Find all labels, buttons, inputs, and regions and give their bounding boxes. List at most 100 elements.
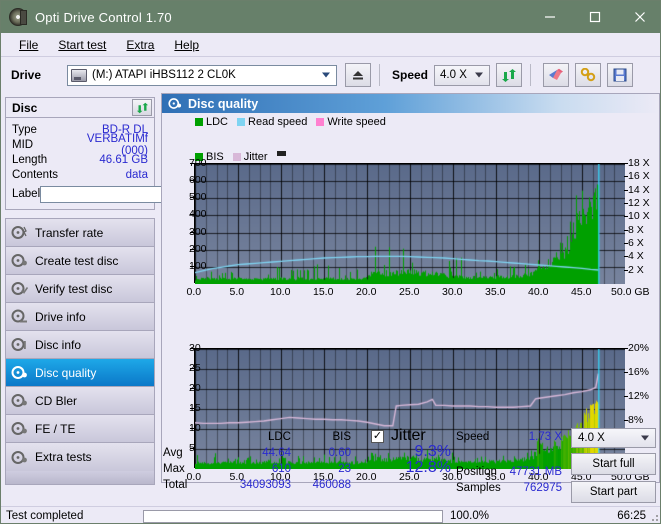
axis-tick-mark xyxy=(624,372,628,373)
axis-tick-label: 16 X xyxy=(628,170,650,183)
samples-label: Samples xyxy=(456,482,501,494)
menu-help[interactable]: Help xyxy=(164,36,209,54)
minimize-button[interactable] xyxy=(527,1,572,33)
eject-icon xyxy=(353,71,363,80)
axis-tick-mark xyxy=(190,388,194,389)
resize-grip-icon[interactable] xyxy=(648,511,660,523)
speed-select[interactable]: 4.0 X xyxy=(434,64,491,86)
axis-tick-label: 20.0 xyxy=(356,286,377,298)
axis-tick-label: 12 X xyxy=(628,197,650,209)
sidebar-item-extra-tests[interactable]: Extra tests xyxy=(6,443,154,471)
axis-tick-label: 8% xyxy=(628,414,644,426)
axis-tick-label: 5.0 xyxy=(229,286,245,298)
drive-select[interactable]: (M:) ATAPI iHBS112 2 CL0K xyxy=(67,64,337,86)
legend-label-jitter: Jitter xyxy=(243,150,268,163)
test-info: Speed 1.73 X Position 47731 MB Samples 7… xyxy=(456,429,566,496)
sidebar-item-label: Disc quality xyxy=(35,365,97,380)
tools-icon xyxy=(580,68,596,82)
drive-info-icon xyxy=(11,309,27,323)
axis-tick-mark xyxy=(624,243,628,244)
legend-label-ldc: LDC xyxy=(206,115,229,128)
window-controls xyxy=(527,1,660,33)
axis-tick-mark xyxy=(190,163,194,164)
axis-tick-mark xyxy=(190,197,194,199)
sidebar-item-label: Extra tests xyxy=(35,450,92,464)
sidebar-item-drive-info[interactable]: Drive info xyxy=(6,303,154,331)
disc-label-row: Label xyxy=(12,184,243,204)
sidebar-item-verify-test-disc[interactable]: Verify test disc xyxy=(6,275,154,303)
chevron-down-icon xyxy=(475,72,484,78)
stats-row-total: Total 34093093 460088 xyxy=(163,477,351,493)
sidebar-item-disc-quality[interactable]: Disc quality xyxy=(6,359,154,387)
eject-button[interactable] xyxy=(345,63,371,87)
stats-avg-bis: 0.60 xyxy=(328,447,351,459)
axis-tick-mark xyxy=(624,176,628,178)
disc-row-mid: MID VERBATIMf (000) xyxy=(12,133,148,157)
menu-extra-label: Extra xyxy=(126,37,155,52)
stats-col-bis: BIS xyxy=(332,431,351,443)
start-part-label: Start part xyxy=(589,486,638,498)
position-value: 47731 MB xyxy=(509,466,562,478)
stats-row-label: Max xyxy=(163,463,185,475)
start-full-button[interactable]: Start full xyxy=(571,453,656,475)
sidebar-item-disc-info[interactable]: Disc info xyxy=(6,331,154,359)
axis-tick-mark xyxy=(624,163,628,164)
disc-create-icon xyxy=(11,254,27,267)
start-full-label: Start full xyxy=(592,458,635,470)
axis-tick-mark xyxy=(190,408,194,409)
tools-button[interactable] xyxy=(575,63,602,87)
stats-row-label: Avg xyxy=(163,447,183,459)
refresh-button[interactable] xyxy=(496,63,523,87)
app-disc-icon xyxy=(9,8,27,26)
start-part-button[interactable]: Start part xyxy=(571,481,656,503)
refresh-icon xyxy=(136,102,148,113)
samples-row: Samples 762975 xyxy=(456,480,566,496)
axis-tick-label: 45.0 xyxy=(571,286,592,298)
save-button[interactable] xyxy=(607,63,634,87)
position-row: Position 47731 MB xyxy=(456,464,566,480)
test-speed-select[interactable]: 4.0 X xyxy=(571,428,656,448)
chevron-down-icon xyxy=(641,435,649,441)
bis-chart-legend: BIS Jitter xyxy=(195,150,659,163)
menu-file[interactable]: File xyxy=(9,36,48,54)
legend-label-bis: BIS xyxy=(206,150,224,163)
disc-quality-icon xyxy=(11,366,27,379)
left-panel: Disc Type BD-R DL MID VERBATIMf (000) Le… xyxy=(1,93,243,485)
erase-button[interactable] xyxy=(543,63,570,87)
legend-swatch-ldc xyxy=(195,117,203,126)
menu-file-label: File xyxy=(19,37,39,52)
speed-info-label: Speed xyxy=(456,431,490,443)
sidebar-item-label: FE / TE xyxy=(35,421,76,436)
samples-value: 762975 xyxy=(523,482,562,494)
axis-tick-label: 35.0 xyxy=(485,286,506,298)
chevron-down-icon xyxy=(322,72,330,78)
sidebar-item-create-test-disc[interactable]: Create test disc xyxy=(6,247,154,275)
disc-rate-icon xyxy=(11,226,27,239)
disc-verify-icon xyxy=(11,282,28,295)
disc-length-value: 46.61 GB xyxy=(99,153,148,166)
stats-max-ldc: 610 xyxy=(271,463,291,475)
content-header: Disc quality xyxy=(162,94,659,113)
jitter-checkbox[interactable]: ✓ xyxy=(371,429,384,443)
axis-tick-label: 10 X xyxy=(628,210,650,223)
disc-quality-icon xyxy=(168,98,182,109)
drive-icon xyxy=(71,68,87,82)
axis-tick-mark xyxy=(624,216,628,218)
axis-tick-label: 14 X xyxy=(628,183,650,196)
disc-row-contents: Contents data xyxy=(12,167,148,182)
axis-tick-mark xyxy=(190,248,194,250)
sidebar-item-fe-te[interactable]: FE / TE xyxy=(6,415,154,443)
axis-tick-label: 8 X xyxy=(628,223,644,236)
close-button[interactable] xyxy=(617,1,660,33)
menu-start-test[interactable]: Start test xyxy=(48,36,116,54)
menu-extra[interactable]: Extra xyxy=(116,36,164,54)
sidebar-item-cd-bler[interactable]: CD Bler xyxy=(6,387,154,415)
status-bar: Test completed 100.0% 66:25 xyxy=(1,506,660,523)
drive-label: Drive xyxy=(11,68,42,82)
axis-tick-label: 10.0 xyxy=(270,286,291,298)
axis-tick-label: 50.0 GB xyxy=(611,286,650,298)
disc-refresh-button[interactable] xyxy=(132,99,152,116)
maximize-button[interactable] xyxy=(572,1,617,33)
sidebar-item-transfer-rate[interactable]: Transfer rate xyxy=(6,219,154,247)
legend-marker-icon xyxy=(276,151,286,156)
